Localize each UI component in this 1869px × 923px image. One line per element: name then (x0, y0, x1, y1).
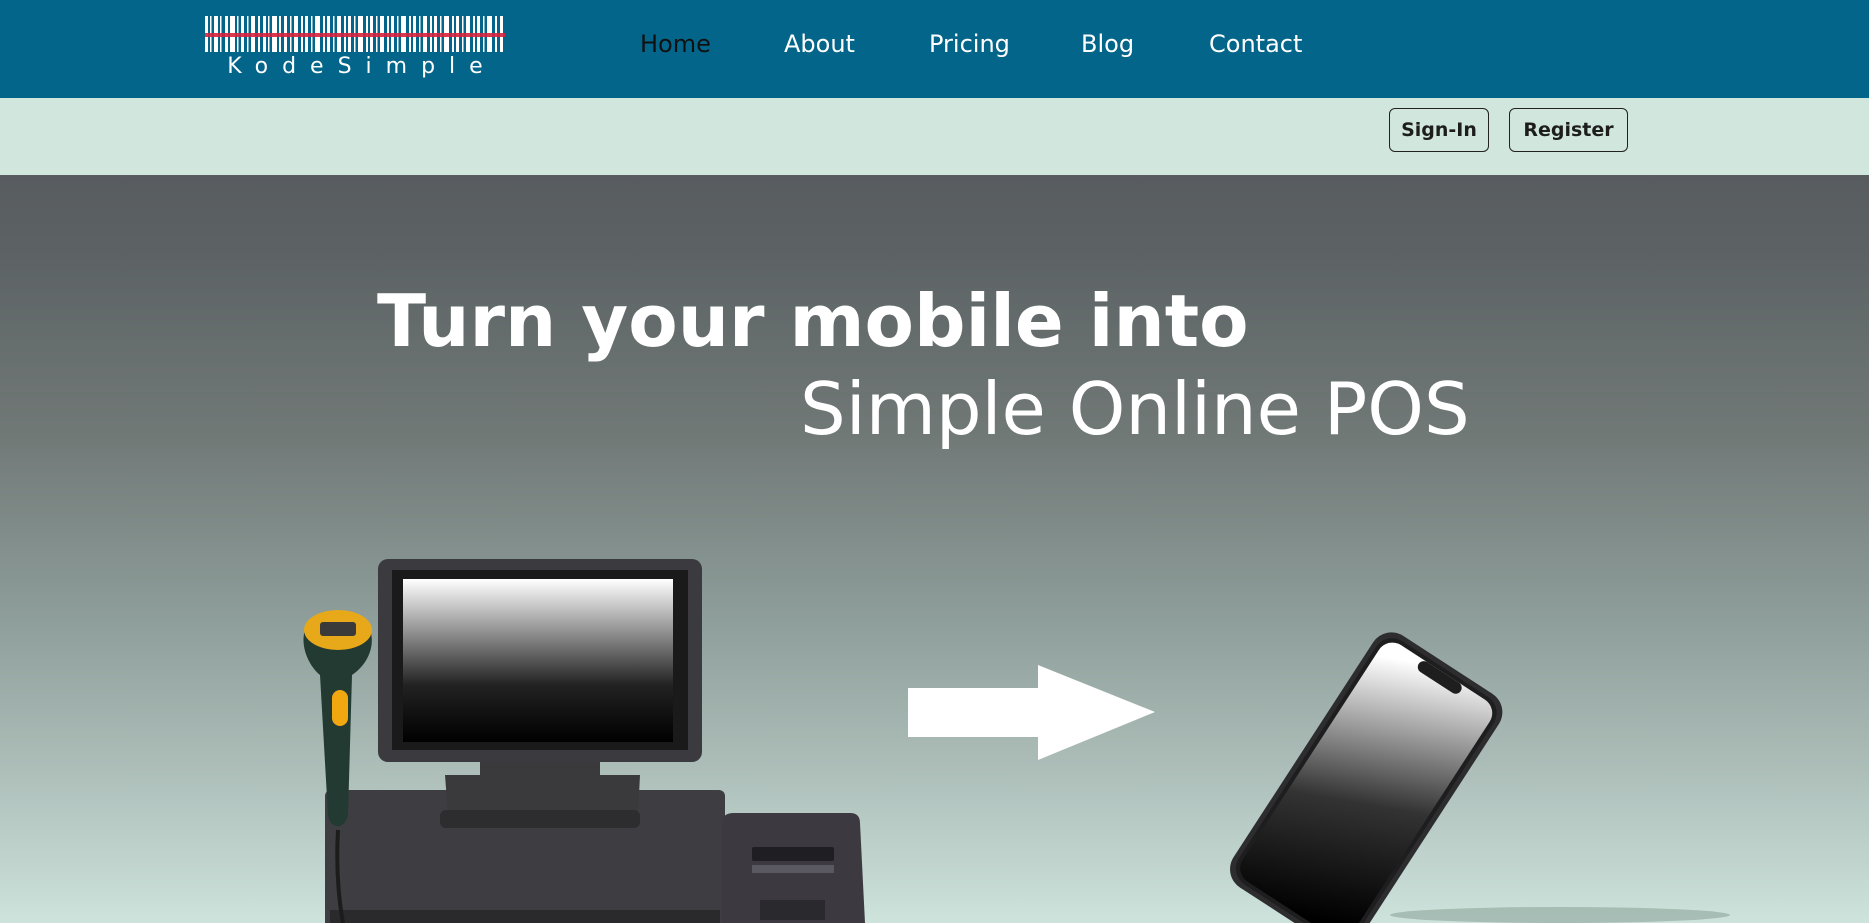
nav-blog[interactable]: Blog (1081, 30, 1134, 58)
auth-bar: Sign-In Register (0, 98, 1869, 175)
register-button[interactable]: Register (1509, 108, 1628, 152)
receipt-printer-icon (722, 813, 865, 923)
hero-section: Turn your mobile into Simple Online POS (0, 175, 1869, 923)
arrow-right-icon (908, 665, 1155, 760)
brand-logo[interactable]: KodeSimple (205, 14, 505, 82)
nav-home[interactable]: Home (640, 30, 711, 58)
nav-contact[interactable]: Contact (1209, 30, 1302, 58)
sign-in-button[interactable]: Sign-In (1389, 108, 1489, 152)
hero-headline-line1: Turn your mobile into (377, 279, 1249, 363)
pos-terminal-icon (325, 559, 725, 923)
nav-about[interactable]: About (784, 30, 855, 58)
brand-name: KodeSimple (227, 54, 497, 79)
top-navbar: KodeSimple Home About Pricing Blog Conta… (0, 0, 1869, 98)
hero-headline-line2: Simple Online POS (800, 367, 1470, 451)
nav-pricing[interactable]: Pricing (929, 30, 1010, 58)
barcode-logo-icon (205, 16, 505, 52)
smartphone-icon (1230, 632, 1730, 923)
